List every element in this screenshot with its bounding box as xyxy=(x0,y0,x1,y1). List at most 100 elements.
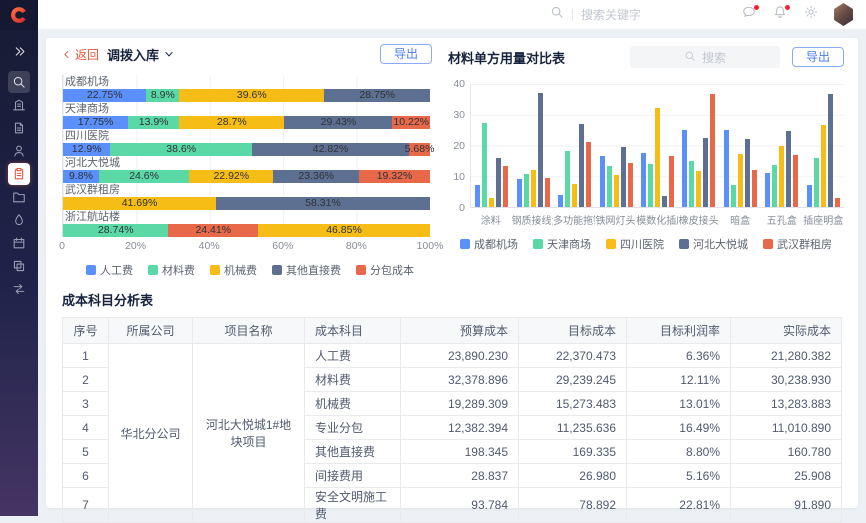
legend-item[interactable]: 材料费 xyxy=(148,262,195,278)
y-axis-tick: 10 xyxy=(453,171,465,183)
legend-label: 河北大悦城 xyxy=(693,236,748,252)
grouped-bar-四川医院 xyxy=(779,146,784,207)
bar-group-inner xyxy=(600,84,633,207)
back-label: 返回 xyxy=(75,46,99,63)
grouped-bar-天津商场 xyxy=(482,123,487,207)
sidebar-item-transfer[interactable] xyxy=(8,278,30,300)
sidebar-item-documents[interactable] xyxy=(8,117,30,139)
bar-segment-机械费: 22.92% xyxy=(189,170,273,183)
stacked-chart-row: 天津商场17.75%13.9%28.7%29.43%10.22% xyxy=(63,104,430,129)
sidebar-item-copies[interactable] xyxy=(8,255,30,277)
cell-target-margin: 16.49% xyxy=(627,416,731,440)
messages-button[interactable] xyxy=(740,6,758,24)
settings-button[interactable] xyxy=(802,6,820,24)
bar-group-inner xyxy=(765,84,798,207)
cell-target-margin: 22.81% xyxy=(627,488,731,523)
bar-group-inner xyxy=(641,84,674,207)
sidebar-item-search[interactable] xyxy=(8,71,30,93)
legend-swatch xyxy=(533,239,543,249)
page-title: 调拨入库 xyxy=(107,45,159,64)
grouped-bar-chart: 010203040 xyxy=(448,84,844,208)
cell-target-margin: 5.16% xyxy=(627,464,731,488)
column-header: 目标利润率 xyxy=(627,318,731,344)
bar-category-label: 浙江航站楼 xyxy=(65,212,430,223)
cell-project: 河北大悦城1#地块项目 xyxy=(193,344,305,523)
grouped-bar-武汉群租房 xyxy=(586,142,591,207)
grouped-bar-天津商场 xyxy=(689,161,694,207)
legend-item[interactable]: 分包成本 xyxy=(356,262,414,278)
bar-category-label: 武汉群租房 xyxy=(65,185,430,196)
transfer-icon xyxy=(12,282,26,296)
legend-item[interactable]: 天津商场 xyxy=(533,236,591,252)
chevron-down-icon[interactable] xyxy=(164,49,174,59)
cell-actual-cost: 11,010.890 xyxy=(731,416,842,440)
legend-item[interactable]: 成都机场 xyxy=(460,236,518,252)
legend-label: 武汉群租房 xyxy=(777,236,832,252)
bar-segment-分包成本: 19.32% xyxy=(359,170,430,183)
legend-item[interactable]: 机械费 xyxy=(210,262,257,278)
sidebar-item-files[interactable] xyxy=(8,186,30,208)
table-title: 成本科目分析表 xyxy=(62,290,842,309)
bar-segment-材料费: 24.6% xyxy=(99,170,189,183)
grouped-bar-成都机场 xyxy=(641,153,646,207)
cell-target-margin: 6.36% xyxy=(627,344,731,368)
bar-segment-机械费: 41.69% xyxy=(63,197,216,210)
x-axis-category-label: 模数化插座 xyxy=(636,212,678,227)
grouped-bar-天津商场 xyxy=(565,151,570,207)
bar-segment-其他直接费: 23.36% xyxy=(273,170,359,183)
bar-segment-材料费: 28.74% xyxy=(63,224,168,237)
legend-item[interactable]: 人工费 xyxy=(86,262,133,278)
grouped-bar-成都机场 xyxy=(682,130,687,207)
sidebar-item-expand[interactable] xyxy=(8,40,30,62)
sidebar-item-inventory[interactable] xyxy=(8,163,30,185)
copy-icon xyxy=(12,259,26,273)
grouped-bar-四川医院 xyxy=(655,108,660,207)
legend-swatch xyxy=(763,239,773,249)
chevron-left-icon xyxy=(62,50,71,59)
legend-item[interactable]: 武汉群租房 xyxy=(763,236,832,252)
cell-budget-cost: 19,289.309 xyxy=(401,392,519,416)
stacked-bar-chart: 成都机场22.75%8.9%39.6%28.75%天津商场17.75%13.9%… xyxy=(62,75,430,237)
table-header-row: 序号所属公司项目名称成本科目预算成本目标成本目标利润率实际成本 xyxy=(63,318,842,344)
legend-item[interactable]: 四川医院 xyxy=(606,236,664,252)
export-button-right[interactable]: 导出 xyxy=(792,47,844,67)
cell-target-cost: 169.335 xyxy=(519,440,627,464)
stacked-bar: 22.75%8.9%39.6%28.75% xyxy=(63,89,430,102)
grouped-chart-x-axis: 涂料钢质接线盒多功能拖链铁网灯头模数化插座橡皮接头暗盒五孔盒插座明盒 xyxy=(470,212,844,227)
cell-actual-cost: 25.908 xyxy=(731,464,842,488)
user-avatar[interactable] xyxy=(833,3,854,26)
sidebar-item-schedule[interactable] xyxy=(8,232,30,254)
grouped-bar-天津商场 xyxy=(814,158,819,208)
stacked-chart-row: 河北大悦城9.8%24.6%22.92%23.36%19.32% xyxy=(63,158,430,183)
double-chevron-right-icon xyxy=(13,45,26,58)
sidebar-item-company[interactable] xyxy=(8,94,30,116)
app-logo[interactable] xyxy=(0,0,38,30)
bar-group-暗盒 xyxy=(720,84,761,207)
search-divider xyxy=(572,9,573,21)
cell-target-cost: 22,370.473 xyxy=(519,344,627,368)
global-search[interactable]: 搜索关键字 xyxy=(550,5,689,24)
cell-target-cost: 29,239.245 xyxy=(519,368,627,392)
grouped-bar-四川医院 xyxy=(489,198,494,207)
chart-search-input[interactable]: 搜索 xyxy=(630,46,780,68)
back-link[interactable]: 返回 xyxy=(62,46,99,63)
column-header: 目标成本 xyxy=(519,318,627,344)
stacked-bar: 41.69%58.31% xyxy=(63,197,430,210)
legend-item[interactable]: 其他直接费 xyxy=(272,262,341,278)
bar-group-涂料 xyxy=(471,84,512,207)
grouped-bar-四川医院 xyxy=(696,171,701,207)
grouped-bar-成都机场 xyxy=(558,195,563,207)
right-panel-header: 材料单方用量对比表 搜索 导出 xyxy=(448,38,844,76)
x-axis-category-label: 多功能拖链 xyxy=(553,212,595,227)
sidebar-item-members[interactable] xyxy=(8,140,30,162)
legend-item[interactable]: 河北大悦城 xyxy=(679,236,748,252)
cell-budget-cost: 32,378.896 xyxy=(401,368,519,392)
sidebar-item-materials[interactable] xyxy=(8,209,30,231)
grouped-chart-legend: 成都机场天津商场四川医院 河北大悦城 武汉群租房 xyxy=(448,236,844,252)
cell-index: 4 xyxy=(63,416,109,440)
notifications-button[interactable] xyxy=(771,6,789,24)
content-area: 返回 调拨入库 导出 成都机场22.75%8.9%39.6%28.75%天津商场… xyxy=(38,30,866,516)
bar-segment-其他直接费: 28.75% xyxy=(324,89,430,102)
cell-subject: 专业分包 xyxy=(305,416,401,440)
export-button-left[interactable]: 导出 xyxy=(380,44,432,64)
